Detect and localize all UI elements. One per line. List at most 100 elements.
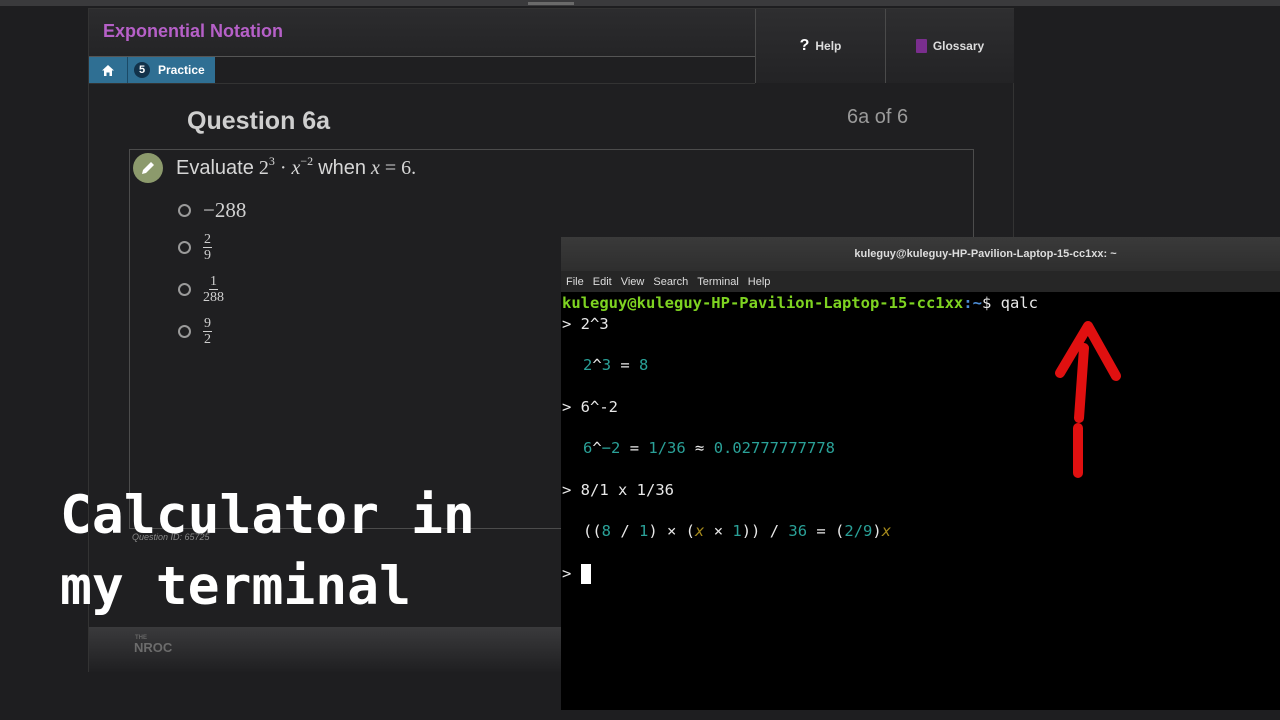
terminal-output[interactable]: kuleguy@kuleguy-HP-Pavilion-Laptop-15-cc…	[562, 294, 1038, 584]
answer-option[interactable]: 1 288	[178, 274, 224, 305]
calc-input: > 6^-2	[562, 398, 618, 416]
answer-option[interactable]: −288	[178, 198, 246, 223]
menu-search[interactable]: Search	[653, 276, 688, 288]
home-icon	[102, 64, 114, 76]
prompt-path: :~	[963, 294, 982, 312]
result-token: =	[620, 439, 649, 457]
prompt-command: $ qalc	[981, 294, 1038, 312]
result-token: ×	[704, 522, 733, 540]
radio-button[interactable]	[178, 241, 191, 254]
help-label: Help	[815, 39, 842, 53]
result-token: =	[611, 356, 640, 374]
video-caption: Calculator in my terminal	[60, 480, 475, 622]
calc-input: > 8/1 x 1/36	[562, 481, 674, 499]
window-top-bar	[0, 0, 1280, 6]
shell-prompt-line: kuleguy@kuleguy-HP-Pavilion-Laptop-15-cc…	[562, 294, 1038, 312]
question-title: Question 6a	[187, 107, 331, 135]
breadcrumb-practice[interactable]: 5 Practice	[128, 57, 215, 83]
result-token: = (	[807, 522, 845, 540]
prompt-variable-2: x	[371, 157, 380, 179]
fraction-denominator: 2	[204, 332, 211, 347]
result-token: −2	[601, 439, 621, 457]
radio-button[interactable]	[178, 283, 191, 296]
radio-button[interactable]	[178, 325, 191, 338]
result-token: 1	[639, 522, 649, 540]
nroc-logo: NROC	[134, 640, 173, 655]
terminal-window: kuleguy@kuleguy-HP-Pavilion-Laptop-15-cc…	[561, 237, 1280, 710]
menu-view[interactable]: View	[621, 276, 645, 288]
prompt-dot: ·	[279, 157, 287, 179]
drag-handle[interactable]	[528, 2, 574, 5]
help-button[interactable]: ? Help	[755, 9, 885, 83]
fraction-denominator: 288	[203, 290, 224, 305]
prompt-when: when	[318, 157, 366, 179]
home-button[interactable]	[89, 57, 128, 83]
prompt-user: kuleguy@kuleguy-HP-Pavilion-Laptop-15-cc…	[562, 294, 964, 312]
menu-file[interactable]: File	[566, 276, 584, 288]
prompt-value: 6	[401, 157, 412, 179]
result-token: 36	[788, 522, 808, 540]
result-token: 1/36	[648, 439, 686, 457]
result-token: ^	[592, 356, 602, 374]
caption-line-1: Calculator in	[60, 485, 475, 546]
terminal-menubar: File Edit View Search Terminal Help	[561, 271, 1280, 292]
radio-button[interactable]	[178, 204, 191, 217]
step-number-badge: 5	[134, 62, 150, 78]
pencil-icon	[133, 153, 163, 183]
answer-option[interactable]: 29	[178, 232, 212, 263]
result-token: 3	[601, 356, 612, 374]
result-token: x	[695, 522, 705, 540]
result-token: 2/9	[844, 522, 873, 540]
result-token: 1	[732, 522, 742, 540]
glossary-label: Glossary	[932, 39, 985, 53]
result-token: ^	[592, 439, 602, 457]
fraction-numerator: 2	[203, 232, 212, 248]
caption-line-2: my terminal	[60, 556, 411, 617]
menu-edit[interactable]: Edit	[593, 276, 612, 288]
result-token: /	[611, 522, 640, 540]
option-text: −288	[203, 198, 247, 222]
breadcrumb-label: Practice	[158, 63, 205, 77]
fraction-numerator: 1	[209, 274, 218, 290]
terminal-title: kuleguy@kuleguy-HP-Pavilion-Laptop-15-cc…	[561, 237, 1280, 271]
menu-terminal[interactable]: Terminal	[697, 276, 739, 288]
result-token: 6	[583, 439, 593, 457]
text-cursor	[580, 564, 591, 584]
answer-option[interactable]: 92	[178, 316, 212, 347]
divider	[89, 83, 755, 84]
red-arrow-annotation	[1055, 321, 1121, 478]
menu-help[interactable]: Help	[748, 276, 771, 288]
result-token: ≈	[685, 439, 714, 457]
lesson-title: Exponential Notation	[103, 21, 283, 41]
result-token: 2	[583, 356, 593, 374]
input-prompt-line: >	[562, 564, 591, 584]
prompt-base: 2	[258, 157, 269, 179]
question-mark-icon: ?	[799, 37, 810, 54]
question-prompt: Evaluate 23 · x−2 when x = 6.	[176, 154, 417, 180]
question-counter: 6a of 6	[847, 106, 909, 128]
option-fraction: 1 288	[203, 274, 224, 305]
result-token: )	[872, 522, 882, 540]
result-token: 8	[601, 522, 612, 540]
result-token: x	[881, 522, 892, 540]
breadcrumb: 5 Practice	[89, 57, 215, 83]
result-token: 8	[639, 356, 649, 374]
calc-result: ((8 / 1) × (x × 1)) / 36 = (2/9)x	[583, 522, 891, 540]
prompt-period: .	[411, 157, 417, 179]
result-token: ) × (	[648, 522, 696, 540]
glossary-button[interactable]: Glossary	[885, 9, 1014, 83]
calc-result: 6^−2 = 1/36 ≈ 0.02777777778	[583, 439, 835, 457]
book-icon	[915, 39, 927, 53]
prompt-equals: =	[384, 157, 397, 179]
result-token: )) /	[741, 522, 789, 540]
prompt-exponent-2: −2	[300, 154, 314, 168]
lesson-header: Exponential Notation	[89, 9, 755, 57]
prompt-word: Evaluate	[176, 157, 254, 179]
fraction-denominator: 9	[204, 248, 211, 263]
option-fraction: 92	[203, 316, 212, 347]
calc-result: 2^3 = 8	[583, 356, 648, 374]
calc-input: > 2^3	[562, 315, 609, 333]
fraction-numerator: 9	[203, 316, 212, 332]
option-fraction: 29	[203, 232, 212, 263]
input-prompt: >	[562, 564, 581, 583]
